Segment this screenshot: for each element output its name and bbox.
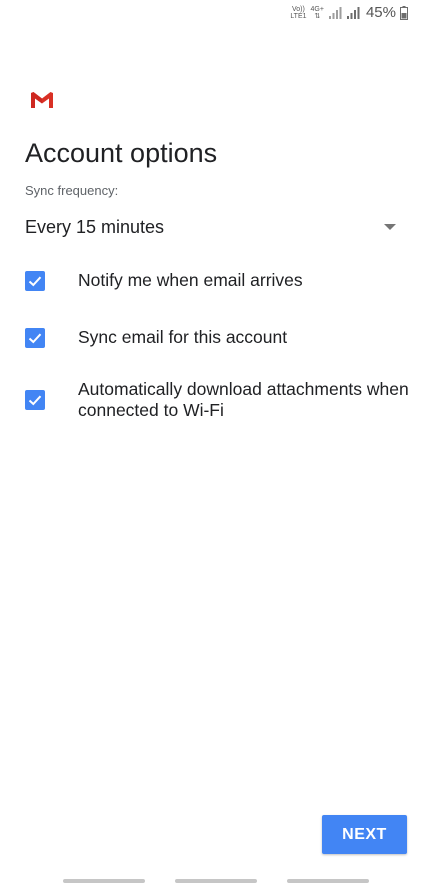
nav-home-button[interactable]: [175, 879, 257, 883]
gmail-icon: [31, 92, 53, 108]
download-attachments-checkbox[interactable]: [25, 390, 45, 410]
volte-indicator: Vo)) LTE1: [290, 6, 306, 20]
page-title: Account options: [25, 138, 218, 168]
next-button[interactable]: NEXT: [322, 815, 407, 854]
status-icons: Vo)) LTE1 4G+ ⇅ 45%: [290, 4, 408, 21]
data-line2: ⇅: [314, 12, 321, 20]
status-bar: Vo)) LTE1 4G+ ⇅ 45%: [0, 0, 432, 28]
sync-email-label: Sync email for this account: [78, 327, 288, 347]
sync-email-checkbox[interactable]: [25, 327, 45, 348]
nav-back-button[interactable]: [287, 879, 369, 883]
volte-line1: Vo)): [292, 5, 305, 13]
notify-email-label: Notify me when email arrives: [78, 270, 303, 290]
checkmark-icon: [28, 395, 42, 406]
volte-line2: LTE1: [290, 12, 307, 20]
data-indicator: 4G+ ⇅: [311, 6, 324, 20]
data-line1: 4G+: [310, 5, 324, 13]
signal-icon-sim2: [346, 6, 360, 19]
download-attachments-option[interactable]: Automatically download attachments when …: [25, 379, 412, 421]
download-attachments-label: Automatically download attachments when …: [78, 379, 409, 420]
battery-icon: [400, 5, 408, 20]
sync-frequency-dropdown[interactable]: Every 15 minutes: [25, 210, 400, 244]
notify-email-checkbox[interactable]: [25, 270, 45, 291]
notify-email-option[interactable]: Notify me when email arrives: [25, 270, 412, 291]
checkmark-icon: [28, 333, 42, 343]
dropdown-arrow-icon: [384, 224, 396, 230]
checkmark-icon: [28, 276, 42, 286]
sync-email-option[interactable]: Sync email for this account: [25, 327, 412, 348]
sync-frequency-value: Every 15 minutes: [25, 216, 165, 237]
nav-recents-button[interactable]: [63, 879, 145, 883]
battery-percent: 45%: [365, 4, 396, 21]
signal-icon-sim1: [328, 6, 342, 19]
sync-frequency-label: Sync frequency:: [25, 183, 119, 198]
navigation-bar: [0, 876, 432, 888]
